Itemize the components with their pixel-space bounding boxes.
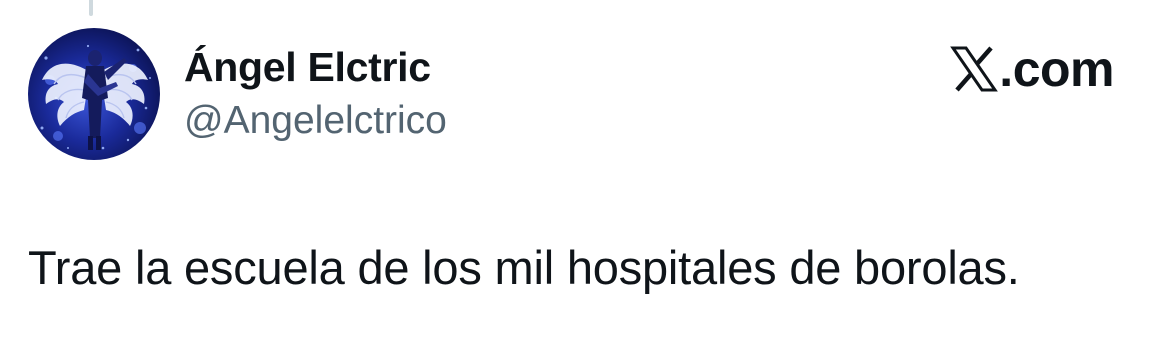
avatar[interactable] [28, 28, 160, 160]
thread-connector-line [89, 0, 93, 16]
tweet-body-text: Trae la escuela de los mil hospitales de… [28, 241, 1020, 294]
brand-watermark: .com [950, 40, 1114, 98]
author-handle[interactable]: @Angelelctrico [184, 99, 447, 143]
angel-avatar-image [28, 28, 160, 160]
tweet-card: Ángel Elctric @Angelelctrico .com Trae l… [0, 0, 1170, 344]
x-logo-icon [950, 46, 999, 92]
author-display-name[interactable]: Ángel Elctric [184, 44, 431, 91]
brand-domain-suffix: .com [999, 41, 1114, 97]
